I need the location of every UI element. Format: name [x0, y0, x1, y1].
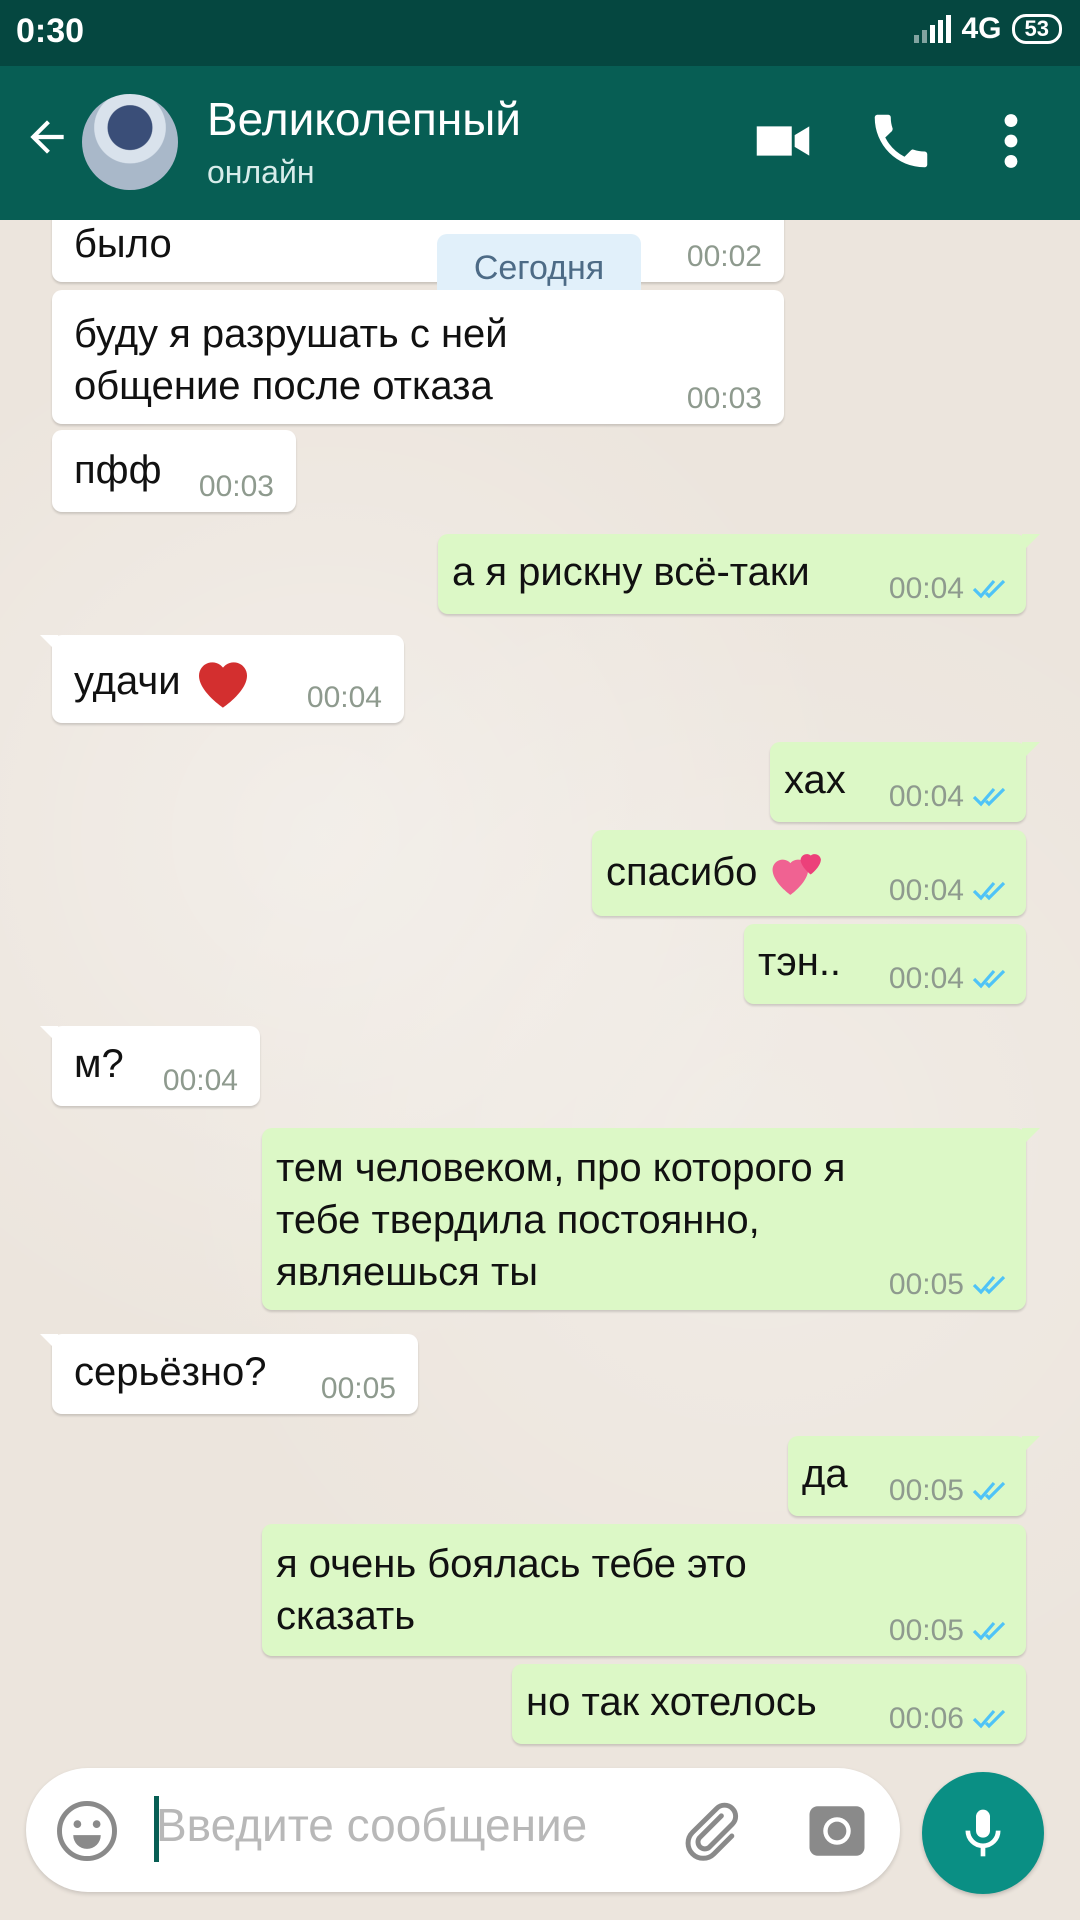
double-check-icon: [972, 969, 1006, 989]
message-out[interactable]: тем человеком, про которого я тебе тверд…: [262, 1128, 1040, 1310]
network-type: 4G: [961, 12, 1002, 45]
message-text: пфф: [74, 448, 162, 492]
message-text: было: [74, 222, 172, 266]
message-in[interactable]: м? 00:04: [40, 1026, 260, 1106]
bubble-tail: [1022, 742, 1040, 760]
message-out[interactable]: но так хотелось 00:06: [512, 1664, 1026, 1744]
message-list[interactable]: было 00:02 Сегодня буду я разрушать с не…: [0, 220, 1080, 1760]
message-text: буду я разрушать с ней общение после отк…: [74, 312, 508, 408]
smiley-icon[interactable]: [54, 1798, 120, 1864]
message-time-value: 00:04: [888, 874, 964, 907]
message-out[interactable]: спасибо 00:04: [592, 830, 1026, 916]
contact-name[interactable]: Великолепный: [207, 92, 521, 146]
message-time: 00:05: [320, 1372, 396, 1405]
more-vert-icon[interactable]: [976, 106, 1046, 176]
message-time-value: 00:04: [888, 572, 964, 605]
message-text: м?: [74, 1042, 124, 1086]
message-time: 00:06: [889, 1704, 1012, 1734]
bubble-tail: [1022, 534, 1040, 552]
message-time-value: 00:05: [888, 1474, 964, 1507]
message-time: 00:03: [198, 470, 274, 503]
battery-icon: 53: [1011, 14, 1062, 44]
bubble-tail: [1022, 1436, 1040, 1454]
bubble-tail: [40, 635, 58, 653]
message-time: 00:05: [889, 1476, 1012, 1506]
message-time-value: 00:05: [888, 1614, 964, 1647]
paperclip-icon[interactable]: [676, 1798, 742, 1864]
message-in[interactable]: серьёзно? 00:05: [40, 1334, 418, 1414]
double-check-icon: [972, 1709, 1006, 1729]
message-out[interactable]: я очень боялась тебе это сказать 00:05: [262, 1524, 1026, 1656]
message-time: 00:03: [686, 382, 762, 415]
message-time: 00:05: [889, 1616, 1012, 1646]
camera-icon[interactable]: [804, 1798, 870, 1864]
double-check-icon: [972, 1481, 1006, 1501]
message-text: удачи: [74, 659, 181, 703]
message-text: я очень боялась тебе это сказать: [276, 1542, 747, 1638]
phone-icon[interactable]: [866, 106, 936, 176]
message-text: спасибо: [606, 850, 758, 894]
microphone-button[interactable]: [922, 1772, 1044, 1894]
message-time-value: 00:06: [888, 1702, 964, 1735]
message-text: тэн..: [758, 940, 842, 984]
double-check-icon: [972, 1275, 1006, 1295]
message-in[interactable]: пфф 00:03: [52, 430, 296, 512]
message-text: но так хотелось: [526, 1680, 817, 1724]
message-time: 00:02: [686, 240, 762, 273]
microphone-icon: [965, 1809, 1001, 1857]
message-out[interactable]: тэн.. 00:04: [744, 924, 1026, 1004]
double-check-icon: [972, 787, 1006, 807]
message-in[interactable]: удачи 00:04: [40, 635, 404, 723]
message-time: 00:04: [162, 1064, 238, 1097]
message-time-value: 00:04: [888, 780, 964, 813]
double-check-icon: [972, 1621, 1006, 1641]
message-in[interactable]: было 00:02: [52, 220, 784, 282]
two-hearts-emoji: [772, 854, 822, 895]
message-text: да: [802, 1452, 848, 1496]
double-check-icon: [972, 579, 1006, 599]
message-content: удачи: [74, 651, 255, 711]
message-text: а я рискну всё-таки: [452, 550, 810, 594]
video-camera-icon[interactable]: [748, 106, 818, 176]
status-indicators: 4G 53: [914, 12, 1062, 46]
double-check-icon: [972, 881, 1006, 901]
message-text: серьёзно?: [74, 1350, 267, 1394]
message-text: хах: [784, 758, 846, 802]
message-input[interactable]: Введите сообщение: [156, 1798, 587, 1852]
bubble-tail: [40, 1026, 58, 1044]
message-time: 00:04: [306, 681, 382, 714]
message-time: 00:04: [889, 876, 1012, 906]
chat-header: Великолепный онлайн: [0, 66, 1080, 220]
message-time: 00:04: [889, 964, 1012, 994]
message-time-value: 00:04: [888, 962, 964, 995]
message-in[interactable]: буду я разрушать с ней общение после отк…: [52, 290, 784, 424]
message-text: тем человеком, про которого я тебе тверд…: [276, 1146, 846, 1294]
status-time: 0:30: [16, 12, 85, 50]
message-time-value: 00:05: [888, 1268, 964, 1301]
message-out[interactable]: да 00:05: [788, 1436, 1040, 1516]
message-composer: Введите сообщение: [26, 1768, 900, 1892]
avatar[interactable]: [82, 94, 178, 190]
arrow-left-icon[interactable]: [22, 112, 72, 162]
message-time: 00:04: [889, 782, 1012, 812]
signal-icon: [914, 15, 952, 43]
status-bar: 0:30 4G 53: [0, 0, 1080, 66]
red-heart-emoji: [198, 662, 247, 708]
message-time: 00:05: [889, 1270, 1012, 1300]
message-out[interactable]: а я рискну всё-таки 00:04: [438, 534, 1040, 614]
message-time: 00:04: [889, 574, 1012, 604]
message-content: спасибо: [606, 844, 829, 900]
bubble-tail: [1022, 1128, 1040, 1146]
contact-status: онлайн: [207, 154, 315, 190]
message-out[interactable]: хах 00:04: [770, 742, 1040, 822]
bubble-tail: [40, 1334, 58, 1352]
